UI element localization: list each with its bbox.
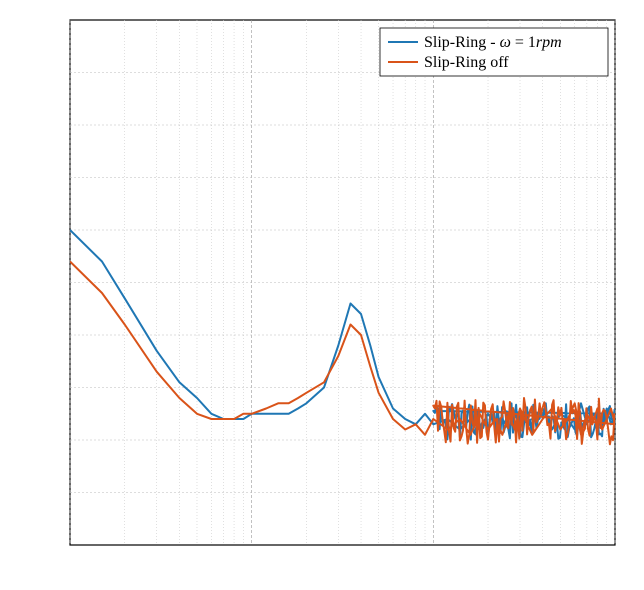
legend: Slip-Ring - ω = 1rpm Slip-Ring off: [380, 28, 608, 76]
legend-label-1: Slip-Ring off: [424, 54, 509, 71]
line-chart: Slip-Ring - ω = 1rpm Slip-Ring off: [0, 0, 644, 590]
legend-label-0: Slip-Ring - ω = 1rpm: [424, 34, 562, 51]
series-slip-ring-off: [70, 262, 615, 445]
